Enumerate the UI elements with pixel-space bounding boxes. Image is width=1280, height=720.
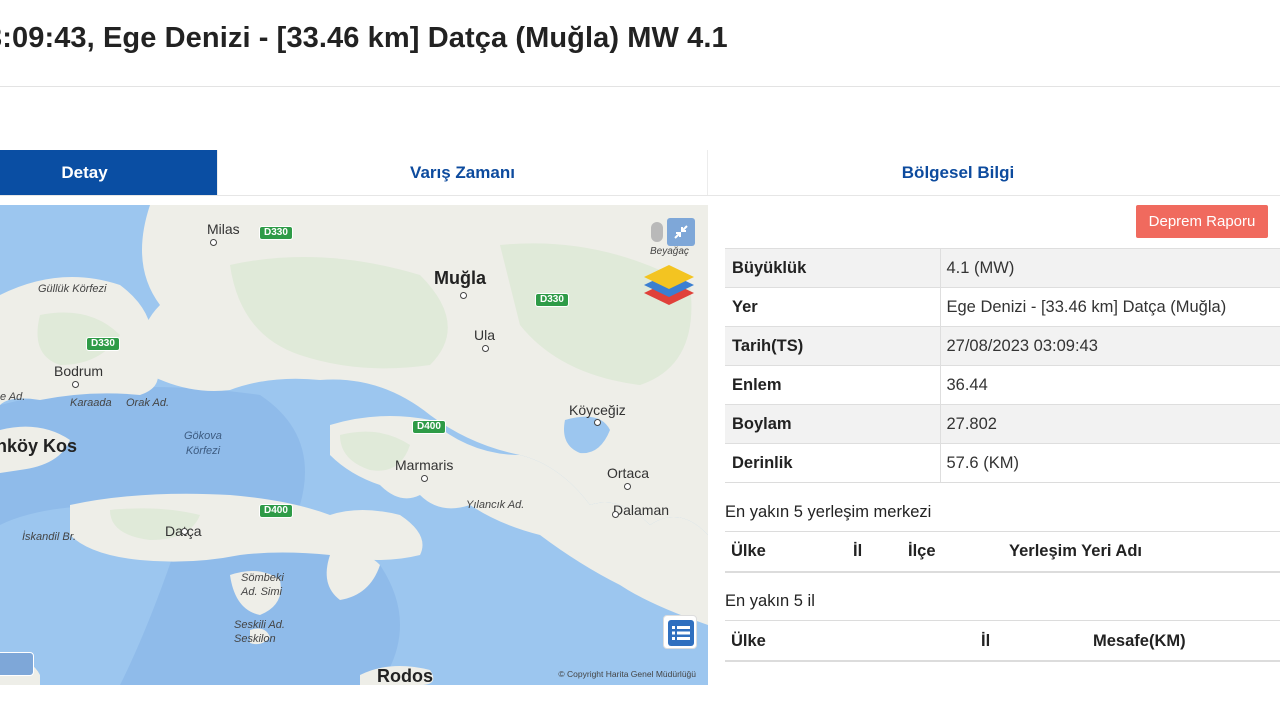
map-label-simi: Sömbeki Ad. Simi <box>241 572 284 598</box>
table-row: Derinlik 57.6 (KM) <box>725 443 1280 483</box>
nearest-settlements-title: En yakın 5 yerleşim merkezi <box>725 503 932 521</box>
detail-value: 57.6 (KM) <box>940 443 1280 483</box>
detail-label: Enlem <box>725 365 941 405</box>
page-title: 3:09:43, Ege Denizi - [33.46 km] Datça (… <box>0 22 728 54</box>
detail-value: 36.44 <box>940 365 1280 405</box>
detail-label: Derinlik <box>725 443 941 483</box>
nearest-provinces-title: En yakın 5 il <box>725 592 815 610</box>
title-divider <box>0 86 1280 87</box>
map-label-milas: Milas <box>207 221 240 237</box>
map-label-kos: nköy Kos <box>0 436 78 456</box>
map-label-bodrum: Bodrum <box>54 363 104 379</box>
map-label-seskili: Seskili Ad. Seskilon <box>234 619 285 645</box>
detail-value: 27/08/2023 03:09:43 <box>940 326 1280 366</box>
map-marker-marmaris <box>421 475 428 482</box>
map-zoom-button[interactable] <box>0 652 34 676</box>
map-marker-dalaman <box>612 511 619 518</box>
collapse-arrows-icon[interactable] <box>667 218 695 246</box>
divider <box>725 571 1280 573</box>
road-shield-d400: D400 <box>259 504 293 518</box>
list-icon[interactable] <box>663 615 697 649</box>
table-row: Yer Ege Denizi - [33.46 km] Datça (Muğla… <box>725 287 1280 327</box>
tab-bolgesel-bilgi[interactable]: Bölgesel Bilgi <box>708 150 1208 195</box>
detail-label: Tarih(TS) <box>725 326 941 366</box>
column-header-ilce: İlçe <box>908 542 936 560</box>
tab-bar: Detay Varış Zamanı Bölgesel Bilgi <box>0 150 1280 196</box>
detail-label: Boylam <box>725 404 941 444</box>
table-row: Enlem 36.44 <box>725 365 1280 405</box>
road-shield-d400: D400 <box>412 420 446 434</box>
detail-label: Yer <box>725 287 941 327</box>
map-label-ula: Ula <box>474 327 496 343</box>
map-marker-koycegiz <box>594 419 601 426</box>
map-label-gulluk: Güllük Körfezi <box>38 283 107 295</box>
road-shield-d330: D330 <box>86 337 120 351</box>
layers-icon[interactable] <box>641 263 699 309</box>
map-marker-ortaca <box>624 483 631 490</box>
map-label-partial: Beyağaç <box>650 246 689 257</box>
map-base-layer <box>0 205 708 685</box>
detail-value: 4.1 (MW) <box>940 248 1280 288</box>
divider <box>725 531 1280 532</box>
tab-detay[interactable]: Detay <box>0 150 218 195</box>
map-marker-mugla <box>460 292 467 299</box>
table-row: Tarih(TS) 27/08/2023 03:09:43 <box>725 326 1280 366</box>
map-scroll-handle[interactable] <box>651 222 663 242</box>
map-label-iskandil: İskandil Br. <box>22 531 77 543</box>
road-shield-d330: D330 <box>259 226 293 240</box>
detail-label: Büyüklük <box>725 248 941 288</box>
map-label-karaada: Karaada <box>70 397 112 409</box>
detail-value: 27.802 <box>940 404 1280 444</box>
column-header-ulke: Ülke <box>731 542 766 560</box>
column-header-ulke: Ülke <box>731 632 766 650</box>
road-shield-d330: D330 <box>535 293 569 307</box>
map-copyright: © Copyright Harita Genel Müdürlüğü <box>558 669 696 679</box>
column-header-mesafe: Mesafe(KM) <box>1093 632 1186 650</box>
divider <box>725 482 1280 483</box>
earthquake-details-table: Büyüklük 4.1 (MW) Yer Ege Denizi - [33.4… <box>725 248 1280 483</box>
map-label-koycegiz: Köyceğiz <box>569 402 626 418</box>
column-header-il: İl <box>853 542 863 560</box>
column-header-il: İl <box>981 632 991 650</box>
table-row: Büyüklük 4.1 (MW) <box>725 248 1280 288</box>
table-row: Boylam 27.802 <box>725 404 1280 444</box>
divider <box>725 620 1280 621</box>
map-label-dalaman: Dalaman <box>613 502 670 518</box>
map-label-mugla: Muğla <box>434 268 486 288</box>
map-label-rodos: Rodos <box>377 666 433 685</box>
map-label-yilancik: Yılancık Ad. <box>466 499 525 511</box>
map-label-ortaca: Ortaca <box>607 465 650 481</box>
map-marker-ula <box>482 345 489 352</box>
map-label-kos-ad: e Ad. <box>0 391 26 403</box>
earthquake-report-button[interactable]: Deprem Raporu <box>1136 205 1268 238</box>
map-label-marmaris: Marmaris <box>395 457 454 473</box>
divider <box>725 660 1280 662</box>
map-label-orak-ad: Orak Ad. <box>126 397 169 409</box>
tab-varis-zamani[interactable]: Varış Zamanı <box>218 150 708 195</box>
map-marker-bodrum <box>72 381 79 388</box>
map-marker-milas <box>210 239 217 246</box>
map-marker-datca <box>181 528 188 535</box>
detail-value: Ege Denizi - [33.46 km] Datça (Muğla) <box>940 287 1280 327</box>
earthquake-map[interactable]: Milas Muğla Ula Güllük Körfezi Bodrum Ka… <box>0 205 708 685</box>
map-label-gokova: Gökova Körfezi <box>184 430 222 457</box>
column-header-yerlesim-yeri: Yerleşim Yeri Adı <box>1009 542 1142 560</box>
